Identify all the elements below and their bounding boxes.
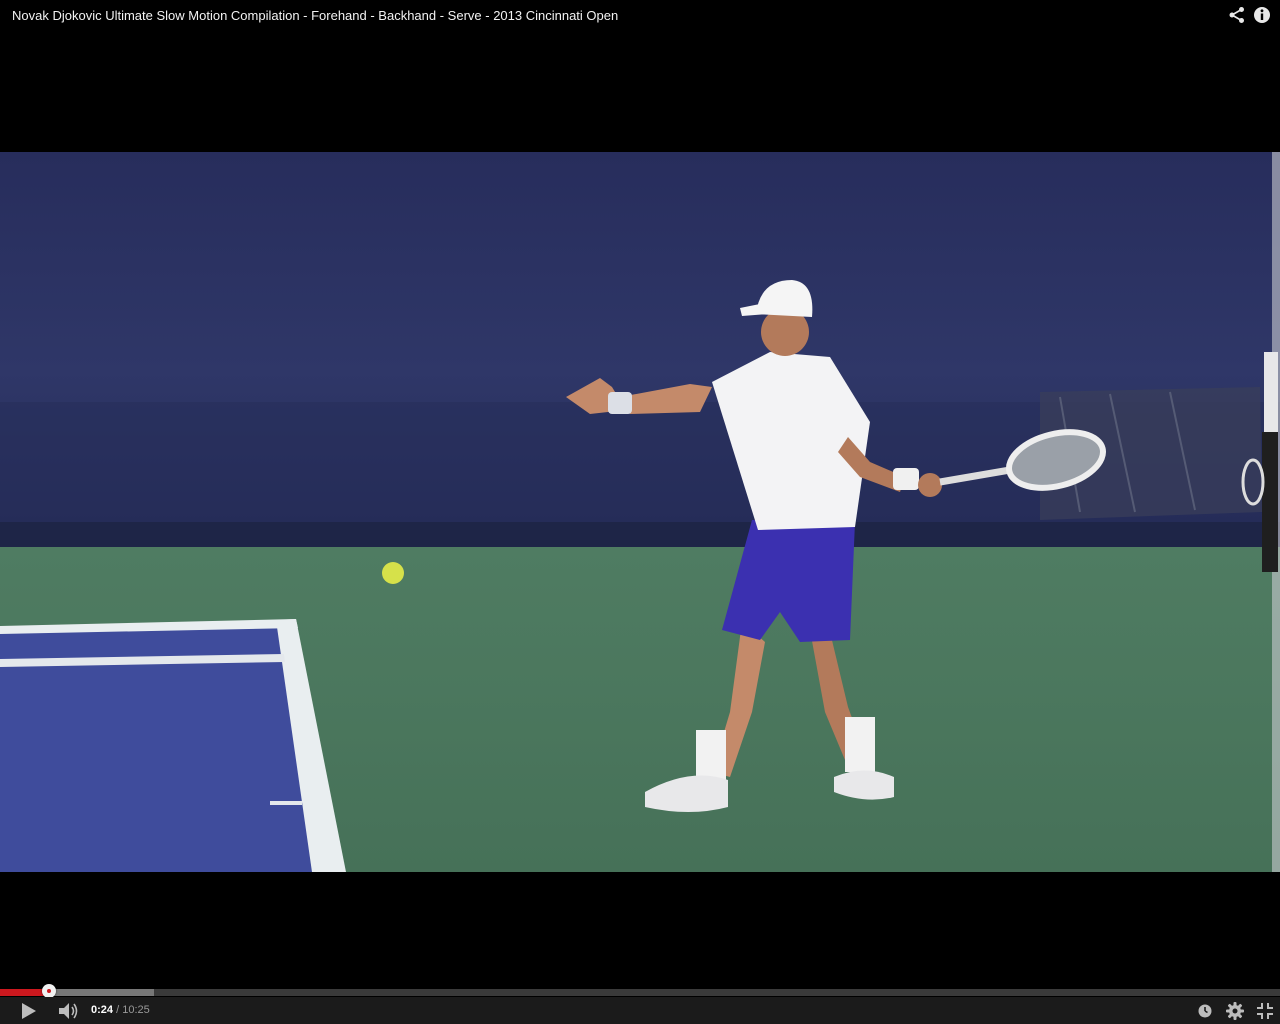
video-still xyxy=(0,152,1280,872)
volume-icon xyxy=(59,1003,78,1019)
progress-bar[interactable] xyxy=(0,984,1280,998)
video-player: Novak Djokovic Ultimate Slow Motion Comp… xyxy=(0,0,1280,1024)
video-title[interactable]: Novak Djokovic Ultimate Slow Motion Comp… xyxy=(12,8,618,23)
time-display: 0:24 / 10:25 xyxy=(91,1004,150,1016)
video-frame[interactable] xyxy=(0,152,1280,872)
title-bar: Novak Djokovic Ultimate Slow Motion Comp… xyxy=(0,0,1280,32)
gear-icon xyxy=(1226,1002,1244,1020)
play-button[interactable] xyxy=(18,1001,40,1021)
time-separator: / xyxy=(113,1004,123,1016)
share-icon[interactable] xyxy=(1228,6,1246,24)
play-icon xyxy=(22,1003,36,1019)
duration: 10:25 xyxy=(122,1004,150,1016)
clock-icon xyxy=(1198,1004,1212,1018)
current-time: 0:24 xyxy=(91,1004,114,1016)
fullscreen-button[interactable] xyxy=(1255,1001,1275,1021)
watch-later-button[interactable] xyxy=(1196,1001,1214,1021)
settings-button[interactable] xyxy=(1225,1001,1245,1021)
exit-fullscreen-icon xyxy=(1257,1003,1273,1019)
volume-button[interactable] xyxy=(57,1001,81,1021)
info-icon[interactable] xyxy=(1253,6,1271,24)
control-bar: 0:24 / 10:25 xyxy=(0,997,1280,1024)
